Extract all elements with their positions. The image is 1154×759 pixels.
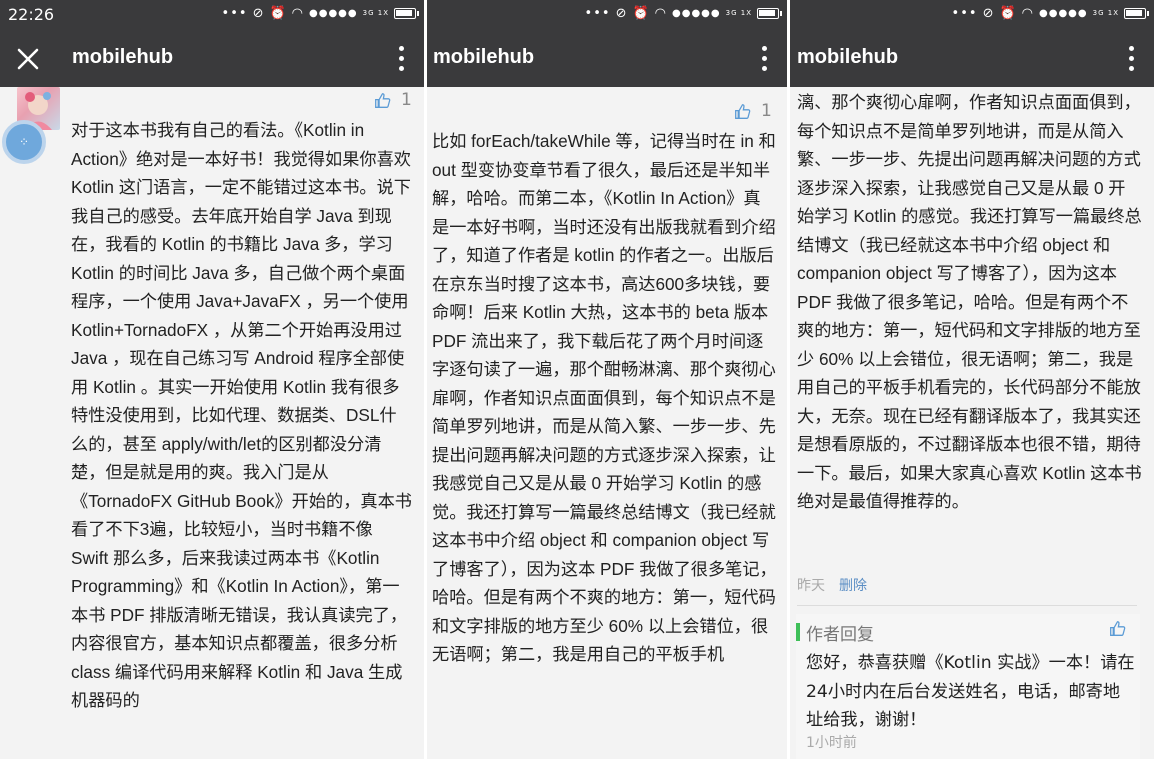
- status-icons: ••• ⊘ ⏰ ◠ ●●●●● 3G 1X: [951, 6, 1149, 21]
- wifi-icon: ◠: [1021, 6, 1034, 21]
- more-options-icon[interactable]: [761, 46, 767, 72]
- app-title: mobilehub: [797, 46, 899, 68]
- like-row[interactable]: 1: [734, 101, 772, 121]
- status-icons: ••• ⊘ ⏰ ◠ ●●●●● 3G 1X: [584, 6, 782, 21]
- wifi-icon: ◠: [291, 6, 304, 21]
- separator: [797, 605, 1137, 606]
- thumbs-up-icon: [375, 92, 391, 108]
- network-label: 3G 1X: [362, 9, 389, 17]
- alarm-icon: ⏰: [999, 6, 1017, 21]
- mute-icon: ⊘: [615, 6, 628, 21]
- battery-icon: [1124, 8, 1149, 19]
- status-bar: ••• ⊘ ⏰ ◠ ●●●●● 3G 1X: [427, 0, 787, 30]
- battery-icon: [394, 8, 419, 19]
- close-icon[interactable]: [16, 47, 40, 71]
- comment-text: 对于这本书我有自己的看法。《Kotlin in Action》绝对是一本好书！我…: [71, 120, 412, 710]
- comment-time: 昨天: [797, 578, 825, 594]
- mute-icon: ⊘: [982, 6, 995, 21]
- app-bar: mobilehub: [0, 30, 424, 87]
- expand-icon: ⁘: [18, 135, 30, 149]
- status-icons: ••• ⊘ ⏰ ◠ ●●●●● 3G 1X: [221, 6, 419, 21]
- like-count: 1: [401, 90, 412, 110]
- app-bar: mobilehub: [790, 30, 1154, 87]
- battery-icon: [757, 8, 782, 19]
- signal-icon: ●●●●●: [672, 8, 721, 19]
- status-bar: 22:26 ••• ⊘ ⏰ ◠ ●●●●● 3G 1X: [0, 0, 424, 30]
- status-bar: ••• ⊘ ⏰ ◠ ●●●●● 3G 1X: [790, 0, 1154, 30]
- signal-icon: ●●●●●: [1039, 8, 1088, 19]
- app-title: mobilehub: [72, 46, 174, 68]
- floating-action-button[interactable]: ⁘: [2, 120, 46, 164]
- delete-link[interactable]: 删除: [839, 575, 867, 595]
- alarm-icon: ⏰: [632, 6, 650, 21]
- network-label: 3G 1X: [725, 9, 752, 17]
- reply-text: 您好，恭喜获赠《Kotlin 实战》一本！请在24小时内在后台发送姓名，电话，邮…: [806, 653, 1135, 730]
- network-label: 3G 1X: [1092, 9, 1119, 17]
- comment-meta: 昨天 删除: [797, 575, 867, 595]
- more-options-icon[interactable]: [398, 46, 404, 72]
- author-reply: 作者回复 您好，恭喜获赠《Kotlin 实战》一本！请在24小时内在后台发送姓名…: [796, 614, 1140, 759]
- screen-panel-2: ••• ⊘ ⏰ ◠ ●●●●● 3G 1X mobilehub 1 比如 for…: [427, 0, 787, 759]
- comment-text: 漓、那个爽彻心扉啊，作者知识点面面俱到，每个知识点不是简单罗列地讲，而是从简入繁…: [797, 92, 1142, 511]
- app-title: mobilehub: [433, 46, 535, 68]
- screen-panel-3: ••• ⊘ ⏰ ◠ ●●●●● 3G 1X mobilehub 漓、那个爽彻心扉…: [790, 0, 1154, 759]
- more-status-icon: •••: [584, 6, 611, 21]
- alarm-icon: ⏰: [269, 6, 287, 21]
- app-bar: mobilehub: [427, 30, 787, 87]
- more-status-icon: •••: [221, 6, 248, 21]
- like-row[interactable]: 1: [374, 90, 412, 110]
- signal-icon: ●●●●●: [309, 8, 358, 19]
- reply-label: 作者回复: [806, 625, 874, 645]
- like-count: 1: [761, 101, 772, 121]
- more-status-icon: •••: [951, 6, 978, 21]
- comment-text: 比如 forEach/takeWhile 等，记得当时在 in 和 out 型变…: [432, 131, 777, 664]
- more-options-icon[interactable]: [1128, 46, 1134, 72]
- mute-icon: ⊘: [252, 6, 265, 21]
- thumbs-up-icon: [735, 103, 751, 119]
- status-time: 22:26: [8, 5, 55, 24]
- wifi-icon: ◠: [654, 6, 667, 21]
- screen-panel-1: 22:26 ••• ⊘ ⏰ ◠ ●●●●● 3G 1X mobilehub ⁘ …: [0, 0, 424, 759]
- reply-accent-bar: [796, 623, 800, 641]
- thumbs-up-icon[interactable]: [1109, 620, 1126, 637]
- reply-time: 1小时前: [806, 735, 857, 751]
